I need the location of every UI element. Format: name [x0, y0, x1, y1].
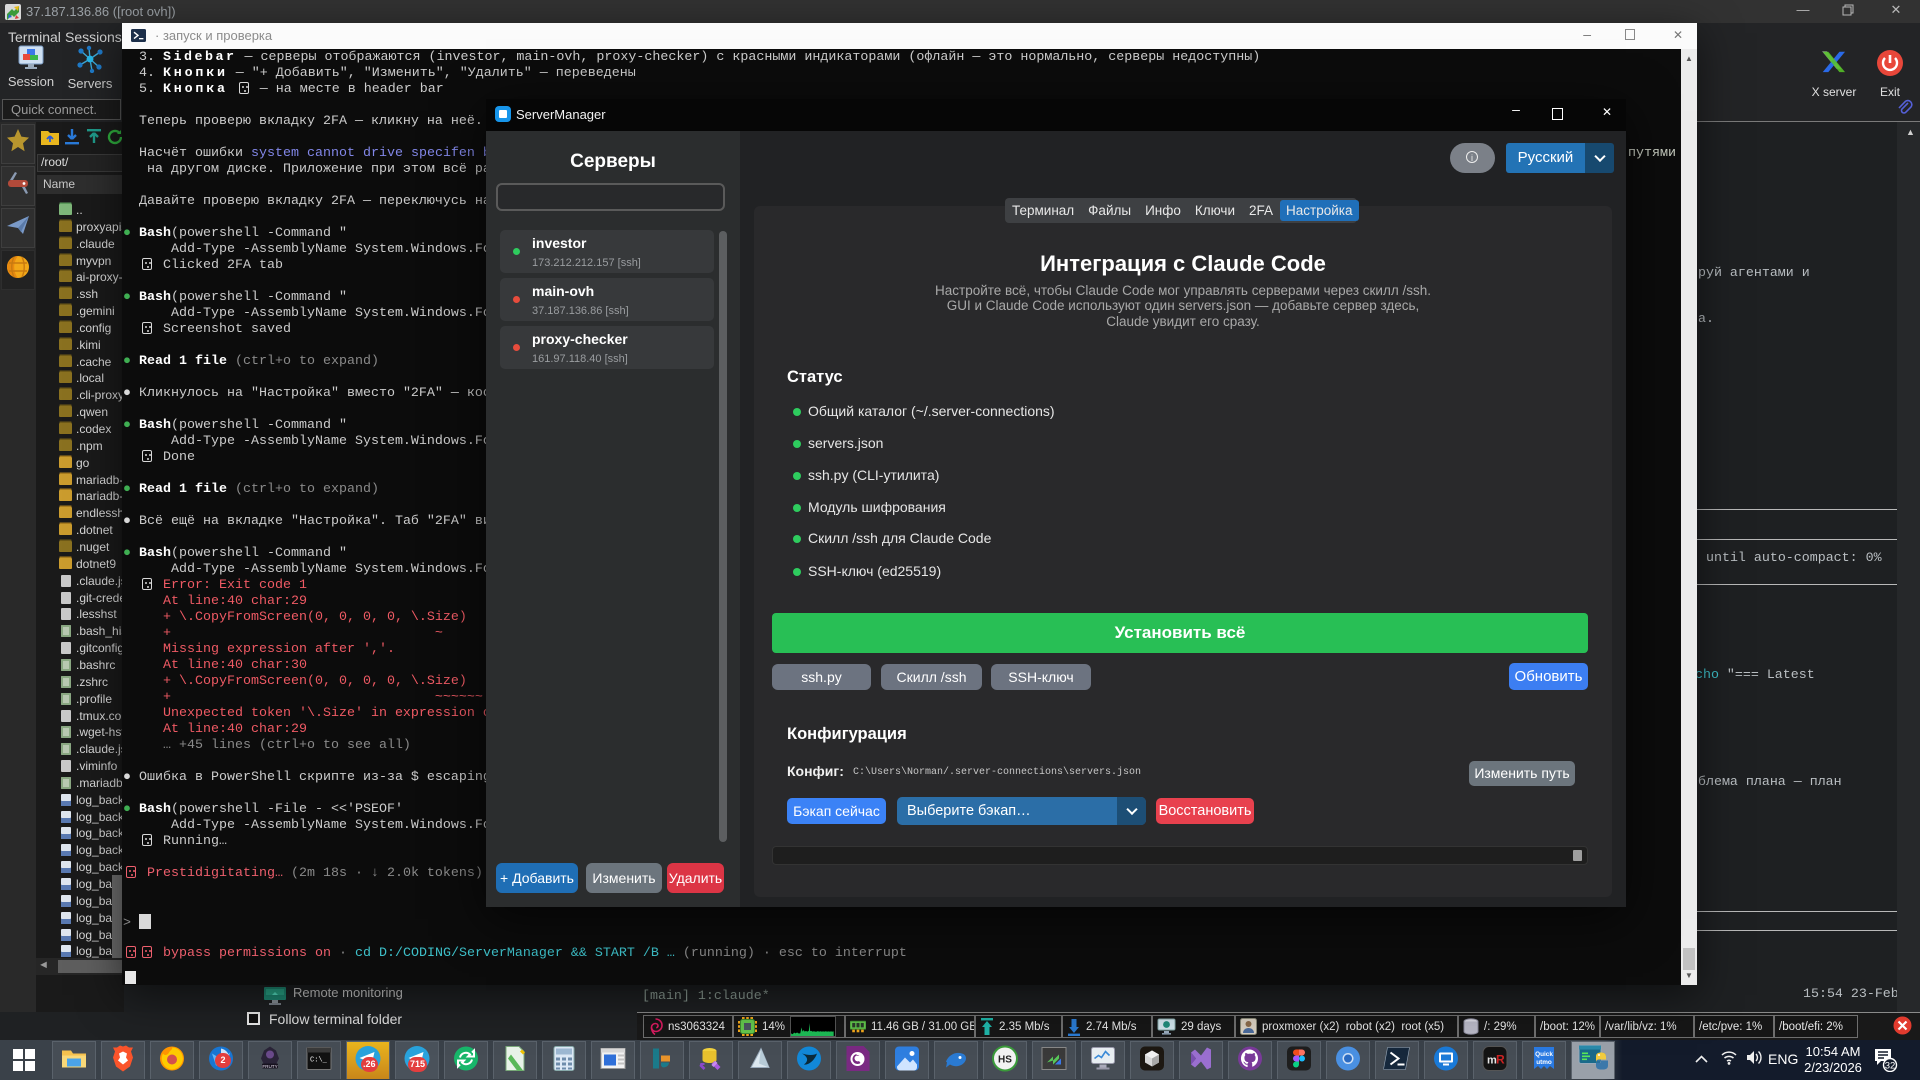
svg-text:Quick: Quick: [1535, 1051, 1553, 1058]
svg-text:32: 32: [1885, 1061, 1896, 1072]
svg-text:C:\_: C:\_: [310, 1056, 328, 1064]
svg-text:utmo: utmo: [1536, 1059, 1552, 1066]
svg-text:FRUTY: FRUTY: [262, 1064, 277, 1069]
svg-text:HS: HS: [998, 1054, 1012, 1065]
svg-text:R: R: [1496, 1052, 1505, 1066]
